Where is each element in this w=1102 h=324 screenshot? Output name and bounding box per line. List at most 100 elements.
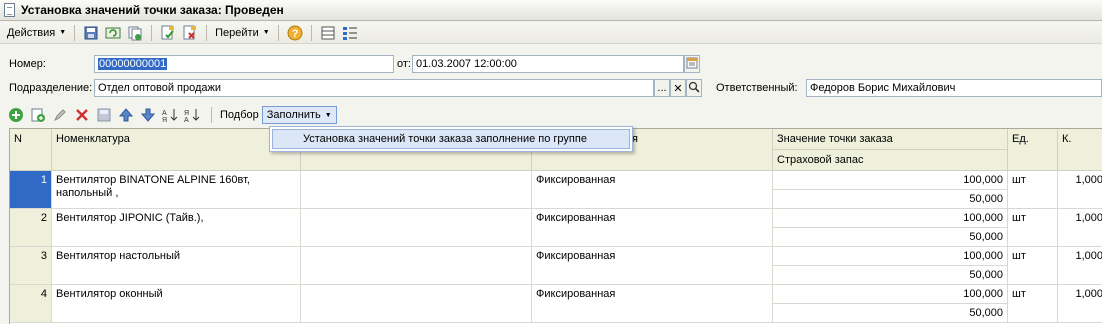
sort-ascending-icon[interactable]: АЯ [162, 107, 178, 123]
date-field[interactable]: 01.03.2007 12:00:00 [412, 55, 684, 73]
column-header-unit[interactable]: Ед. [1008, 129, 1058, 171]
move-up-icon[interactable] [118, 107, 134, 123]
division-select-button[interactable]: ... [654, 79, 670, 97]
number-value: 00000000001 [98, 58, 168, 70]
date-label: от: [397, 58, 411, 70]
toolbar-separator [277, 24, 279, 41]
toolbar-separator [310, 24, 312, 41]
date-value: 01.03.2007 12:00:00 [416, 58, 517, 70]
division-field[interactable]: Отдел оптовой продажи [94, 79, 654, 97]
row-unit[interactable]: шт [1008, 285, 1058, 323]
column-header-coef[interactable]: К. [1058, 129, 1102, 171]
add-row-icon[interactable] [8, 107, 24, 123]
dropdown-arrow-icon: ▼ [59, 29, 67, 36]
row-type[interactable]: Фиксированная [532, 247, 773, 285]
row-type[interactable]: Фиксированная [532, 171, 773, 209]
row-type[interactable]: Фиксированная [532, 285, 773, 323]
column-header-safety[interactable]: Страховой запас [773, 150, 1008, 171]
toolbar-separator [151, 24, 153, 41]
fill-dropdown-menu: Установка значений точки заказа заполнен… [269, 126, 633, 152]
row-value[interactable]: 100,000 [773, 247, 1008, 266]
row-number[interactable]: 2 [10, 209, 52, 247]
row-unit[interactable]: шт [1008, 171, 1058, 209]
structure-icon[interactable] [320, 25, 336, 41]
table-toolbar: АЯ ЯА Подбор Заполнить ▼ [8, 104, 337, 126]
row-coef[interactable]: 1,000 [1058, 285, 1102, 323]
row-number[interactable]: 4 [10, 285, 52, 323]
clear-icon: ✕ [673, 82, 683, 95]
save-post-icon[interactable] [83, 25, 99, 41]
row-nomenclature[interactable]: Вентилятор оконный [52, 285, 301, 323]
fill-menu-button[interactable]: Заполнить ▼ [261, 106, 337, 124]
fill-label: Заполнить [266, 109, 321, 121]
delete-row-icon[interactable] [74, 107, 90, 123]
fill-by-group-menu-item[interactable]: Установка значений точки заказа заполнен… [272, 129, 630, 149]
post-icon[interactable] [160, 25, 176, 41]
column-header-value[interactable]: Значение точки заказа [773, 129, 1008, 150]
row-empty-cell[interactable] [301, 171, 532, 209]
calendar-icon [686, 57, 698, 72]
main-toolbar: Действия ▼ Перейти ▼ ? [0, 22, 1102, 44]
row-coef[interactable]: 1,000 [1058, 247, 1102, 285]
svg-text:А: А [184, 117, 189, 123]
number-field[interactable]: 00000000001 [94, 55, 394, 73]
row-empty-cell[interactable] [301, 247, 532, 285]
window-titlebar: Установка значений точки заказа: Проведе… [0, 0, 1102, 21]
toolbar-separator [206, 24, 208, 41]
responsible-label: Ответственный: [716, 82, 798, 94]
row-number[interactable]: 3 [10, 247, 52, 285]
row-nomenclature[interactable]: Вентилятор настольный [52, 247, 301, 285]
row-safety[interactable]: 50,000 [773, 304, 1008, 323]
row-number[interactable]: 1 [10, 171, 52, 209]
magnifier-icon [688, 81, 700, 96]
svg-text:?: ? [291, 28, 298, 40]
row-coef[interactable]: 1,000 [1058, 209, 1102, 247]
copy-icon[interactable] [127, 25, 143, 41]
row-nomenclature[interactable]: Вентилятор BINATONE ALPINE 160вт, наполь… [52, 171, 301, 209]
goto-label: Перейти [215, 26, 259, 39]
row-nomenclature[interactable]: Вентилятор JIPONIC (Тайв.), [52, 209, 301, 247]
column-header-nomenclature[interactable]: Номенклатура [52, 129, 301, 171]
actions-menu-button[interactable]: Действия ▼ [4, 23, 69, 43]
column-header-n[interactable]: N [10, 129, 52, 171]
toolbar-separator [74, 24, 76, 41]
row-unit[interactable]: шт [1008, 247, 1058, 285]
row-empty-cell[interactable] [301, 285, 532, 323]
end-edit-icon[interactable] [96, 107, 112, 123]
number-label: Номер: [9, 58, 46, 70]
goto-menu-button[interactable]: Перейти ▼ [212, 23, 273, 43]
document-icon [4, 3, 15, 17]
dropdown-arrow-icon: ▼ [262, 29, 270, 36]
list-settings-icon[interactable] [342, 25, 358, 41]
sort-descending-icon[interactable]: ЯА [184, 107, 200, 123]
move-down-icon[interactable] [140, 107, 156, 123]
toolbar-separator [211, 107, 212, 123]
svg-text:Я: Я [184, 110, 189, 117]
copy-row-icon[interactable] [30, 107, 46, 123]
unpost-icon[interactable] [182, 25, 198, 41]
window-title: Установка значений точки заказа: Проведе… [21, 3, 284, 17]
responsible-value: Федоров Борис Михайлович [810, 82, 956, 94]
division-clear-button[interactable]: ✕ [670, 79, 686, 97]
row-value[interactable]: 100,000 [773, 209, 1008, 228]
help-icon[interactable]: ? [287, 25, 303, 41]
svg-text:Я: Я [162, 117, 167, 123]
row-empty-cell[interactable] [301, 209, 532, 247]
row-unit[interactable]: шт [1008, 209, 1058, 247]
actions-label: Действия [7, 26, 56, 39]
row-value[interactable]: 100,000 [773, 171, 1008, 190]
row-safety[interactable]: 50,000 [773, 266, 1008, 285]
nomenclature-table: N Номенклатура я Значение точки заказа С… [9, 128, 1102, 324]
refresh-icon[interactable] [105, 25, 121, 41]
division-open-button[interactable] [686, 79, 702, 97]
edit-row-icon[interactable] [52, 107, 68, 123]
row-safety[interactable]: 50,000 [773, 190, 1008, 209]
row-value[interactable]: 100,000 [773, 285, 1008, 304]
calendar-button[interactable] [684, 55, 700, 73]
dropdown-arrow-icon: ▼ [324, 111, 332, 119]
pick-button[interactable]: Подбор [217, 109, 262, 121]
responsible-field[interactable]: Федоров Борис Михайлович [806, 79, 1102, 97]
row-coef[interactable]: 1,000 [1058, 171, 1102, 209]
row-safety[interactable]: 50,000 [773, 228, 1008, 247]
row-type[interactable]: Фиксированная [532, 209, 773, 247]
